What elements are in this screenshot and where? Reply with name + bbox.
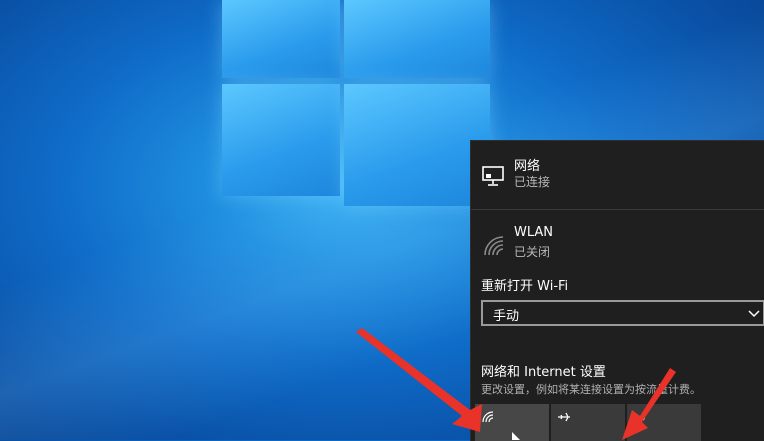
logo-pane-bottom-right	[344, 84, 490, 206]
ethernet-connection-item[interactable]: 网络 已连接	[471, 149, 764, 205]
logo-pane-top-left	[222, 0, 340, 78]
ethernet-name: 网络	[514, 159, 541, 174]
wifi-off-icon	[484, 236, 504, 256]
chevron-down-icon	[748, 310, 760, 318]
ethernet-monitor-icon	[482, 166, 504, 186]
reopen-wifi-label: 重新打开 Wi-Fi	[481, 279, 569, 294]
airplane-icon	[558, 412, 570, 422]
network-settings-link[interactable]: 网络和 Internet 设置	[481, 361, 606, 380]
wlan-connection-item[interactable]: WLAN 已关闭	[471, 219, 764, 275]
logo-pane-bottom-left	[222, 84, 340, 196]
airplane-mode-quick-action[interactable]	[551, 404, 625, 441]
windows-logo	[220, 0, 495, 210]
divider	[471, 209, 764, 210]
wifi-icon	[482, 411, 494, 423]
wifi-quick-action[interactable]	[475, 404, 549, 441]
network-flyout: 网络 已连接 WLAN 已关闭 重新打开 Wi-Fi 手动 网络和 Intern…	[470, 140, 764, 441]
network-settings-description: 更改设置，例如将某连接设置为按流量计费。	[481, 383, 701, 396]
logo-pane-top-right	[344, 0, 490, 78]
hotspot-icon	[635, 413, 645, 421]
reopen-wifi-dropdown[interactable]: 手动	[481, 300, 764, 326]
wlan-status: 已关闭	[514, 245, 551, 259]
mobile-hotspot-quick-action[interactable]	[627, 404, 701, 441]
reopen-wifi-value: 手动	[493, 309, 520, 324]
ethernet-status: 已连接	[514, 175, 551, 189]
wlan-name: WLAN	[514, 225, 554, 240]
